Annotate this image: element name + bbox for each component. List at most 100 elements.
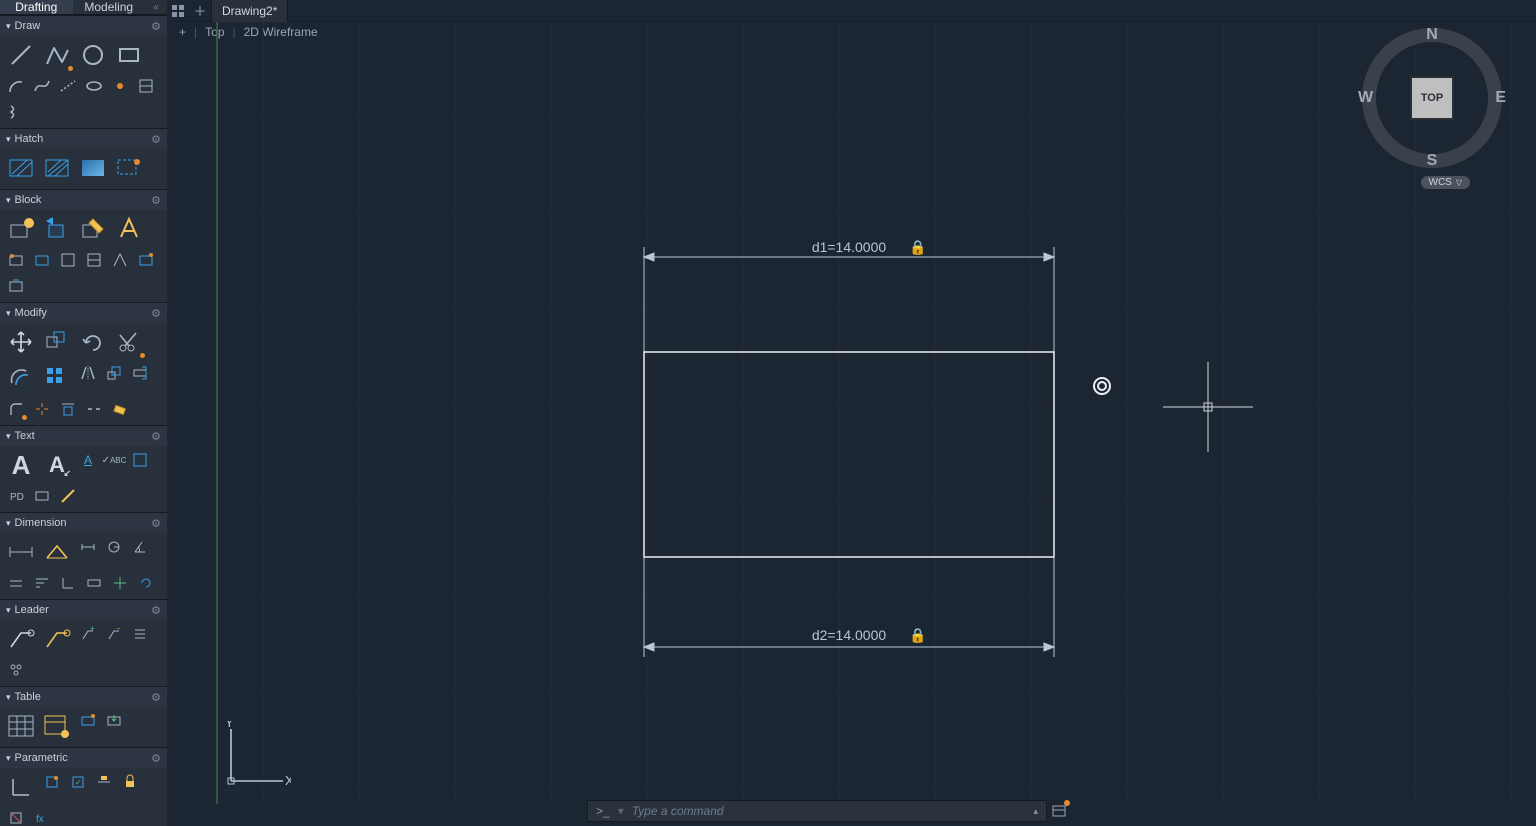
table-export-tool[interactable] [102, 709, 126, 733]
viewcube-top-face[interactable]: TOP [1410, 76, 1454, 120]
block-tool-3[interactable] [56, 248, 80, 272]
constraint-auto-tool[interactable] [40, 770, 64, 794]
gradient-tool[interactable] [40, 151, 74, 185]
new-drawing-icon[interactable]: ＋ [189, 0, 211, 22]
dim-continue-tool[interactable] [4, 571, 28, 595]
table-tool[interactable] [4, 709, 38, 743]
leader-align-tool[interactable] [128, 622, 152, 646]
array-tool[interactable] [40, 361, 74, 395]
fillet-tool[interactable] [4, 397, 28, 421]
document-tab[interactable]: Drawing2* [211, 0, 288, 22]
tab-modeling[interactable]: Modeling [73, 0, 146, 14]
dim-constraint-tool[interactable] [92, 770, 116, 794]
section-header-dimension[interactable]: ▾Dimension⚙ [0, 513, 167, 533]
text-field-tool[interactable] [30, 484, 54, 508]
table-link-tool[interactable] [76, 709, 100, 733]
rotate-tool[interactable] [76, 325, 110, 359]
constraint-show-tool[interactable]: ✓ [66, 770, 90, 794]
table-style-tool[interactable] [40, 709, 74, 743]
wipeout-tool[interactable] [112, 151, 146, 185]
dim-style-tool[interactable] [40, 535, 74, 569]
text-scale-tool[interactable]: PDF [4, 484, 28, 508]
section-header-modify[interactable]: ▾Modify⚙ [0, 303, 167, 323]
break-tool[interactable] [82, 397, 106, 421]
block-tool-6[interactable] [134, 248, 158, 272]
window-layout-icon[interactable] [167, 0, 189, 22]
gear-icon[interactable]: ⚙ [151, 307, 161, 320]
dim-angular-tool[interactable] [128, 535, 152, 559]
mleader-tool[interactable] [4, 622, 38, 656]
copy-tool[interactable] [40, 325, 74, 359]
section-header-text[interactable]: ▾Text⚙ [0, 426, 167, 446]
dim-center-tool[interactable] [108, 571, 132, 595]
wcs-selector[interactable]: WCS▽ [1421, 176, 1471, 189]
boundary-tool[interactable] [76, 151, 110, 185]
block-insert-tool[interactable] [40, 212, 74, 246]
constraint-param-tool[interactable]: fx [30, 806, 54, 826]
block-attribute-tool[interactable] [112, 212, 146, 246]
dim-radius-tool[interactable] [102, 535, 126, 559]
trim-tool[interactable] [112, 325, 146, 359]
polyline-tool[interactable] [40, 38, 74, 72]
section-header-parametric[interactable]: ▾Parametric⚙ [0, 748, 167, 768]
hatch-tool[interactable] [4, 151, 38, 185]
command-input[interactable] [632, 804, 1026, 818]
mleader-style-tool[interactable] [40, 622, 74, 656]
explode-tool[interactable] [30, 397, 54, 421]
section-header-leader[interactable]: ▾Leader⚙ [0, 600, 167, 620]
gear-icon[interactable]: ⚙ [151, 604, 161, 617]
spline-tool[interactable] [30, 74, 54, 98]
dim-aligned-tool[interactable] [76, 535, 100, 559]
block-create-tool[interactable] [4, 212, 38, 246]
gear-icon[interactable]: ⚙ [151, 517, 161, 530]
block-tool-1[interactable] [4, 248, 28, 272]
geom-constraint-tool[interactable] [4, 770, 38, 804]
gear-icon[interactable]: ⚙ [151, 20, 161, 33]
viewcube-east[interactable]: E [1495, 89, 1506, 107]
construction-line-tool[interactable] [56, 74, 80, 98]
text-check-tool[interactable]: ✓ABC [102, 448, 126, 472]
offset-tool[interactable] [4, 361, 38, 395]
align-tool[interactable] [56, 397, 80, 421]
text-find-tool[interactable] [128, 448, 152, 472]
gear-icon[interactable]: ⚙ [151, 430, 161, 443]
mtext-tool[interactable]: A [4, 448, 38, 482]
arc-tool[interactable] [4, 74, 28, 98]
leader-add-tool[interactable]: + [76, 622, 100, 646]
section-header-hatch[interactable]: ▾Hatch⚙ [0, 129, 167, 149]
move-tool[interactable] [4, 325, 38, 359]
constraint-lock-tool[interactable] [118, 770, 142, 794]
helix-tool[interactable] [4, 100, 28, 124]
dim-linear-tool[interactable] [4, 535, 38, 569]
section-header-block[interactable]: ▾Block⚙ [0, 190, 167, 210]
command-line[interactable]: >_ ▾ ▴ [587, 800, 1047, 822]
block-tool-2[interactable] [30, 248, 54, 272]
viewcube[interactable]: TOP N S W E [1362, 28, 1502, 168]
constraint-delete-tool[interactable] [4, 806, 28, 826]
palette-collapse-button[interactable]: « [145, 0, 167, 14]
text-style-tool[interactable]: A [76, 448, 100, 472]
dim-ordinate-tool[interactable] [56, 571, 80, 595]
dim-update-tool[interactable] [134, 571, 158, 595]
block-tool-7[interactable] [4, 274, 28, 298]
rectangle-tool[interactable] [112, 38, 146, 72]
section-header-table[interactable]: ▾Table⚙ [0, 687, 167, 707]
section-header-draw[interactable]: ▾Draw⚙ [0, 16, 167, 36]
viewcube-south[interactable]: S [1427, 152, 1438, 170]
dim-tolerance-tool[interactable] [82, 571, 106, 595]
viewcube-west[interactable]: W [1358, 89, 1373, 107]
command-history-button[interactable]: ▴ [1033, 806, 1038, 817]
ucs-icon[interactable]: Y X [221, 721, 291, 796]
tab-drafting[interactable]: Drafting [0, 0, 73, 14]
dtext-tool[interactable]: A↙ [40, 448, 74, 482]
customize-button[interactable] [1048, 800, 1070, 822]
leader-remove-tool[interactable]: − [102, 622, 126, 646]
block-edit-tool[interactable] [76, 212, 110, 246]
region-tool[interactable] [134, 74, 158, 98]
ellipse-tool[interactable] [82, 74, 106, 98]
block-tool-4[interactable] [82, 248, 106, 272]
block-tool-5[interactable] [108, 248, 132, 272]
gear-icon[interactable]: ⚙ [151, 752, 161, 765]
leader-collect-tool[interactable] [4, 658, 28, 682]
stretch-tool[interactable] [128, 361, 152, 385]
